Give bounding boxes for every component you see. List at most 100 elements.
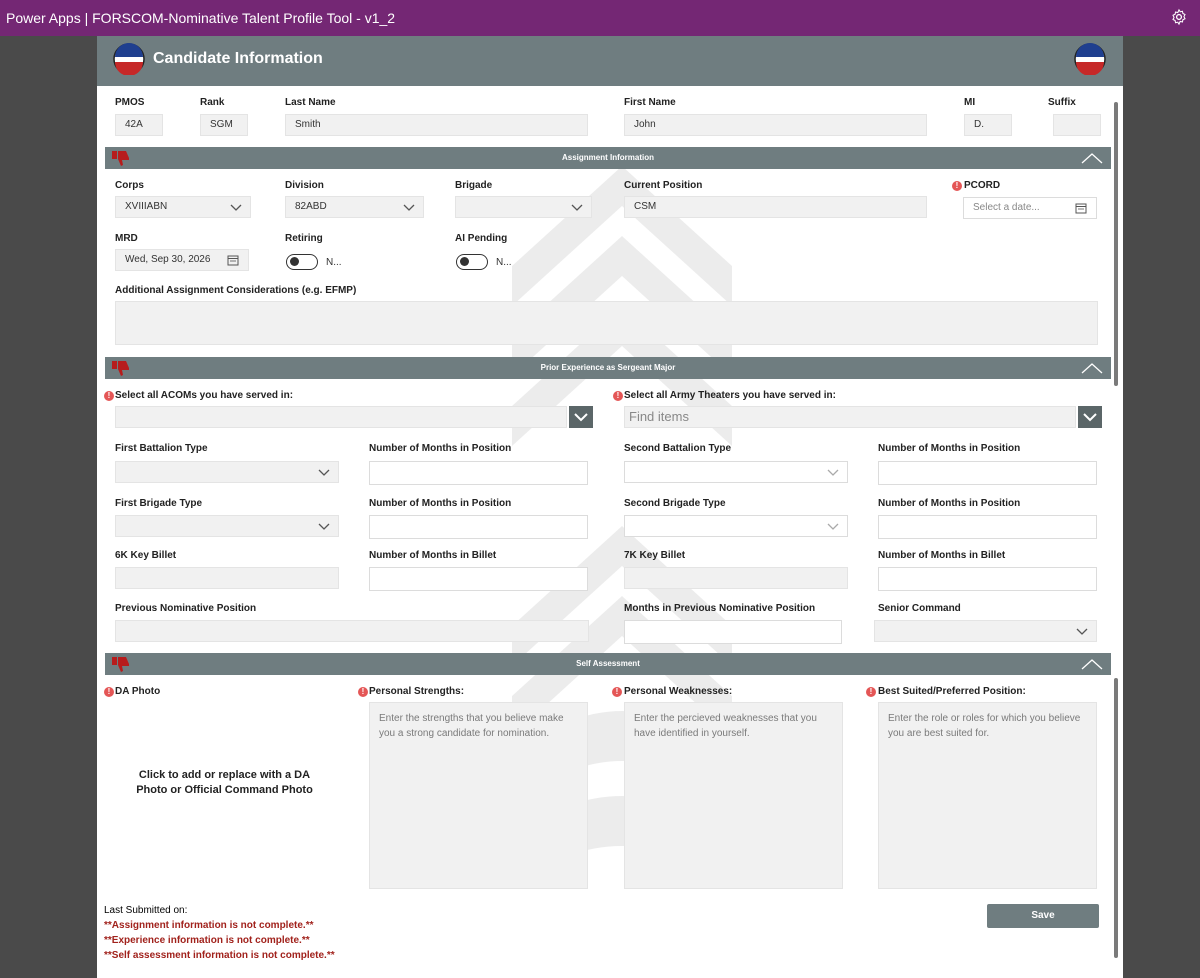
chevron-down-icon <box>571 204 583 211</box>
acoms-expand-button[interactable] <box>569 406 593 428</box>
experience-error-text: **Experience information is not complete… <box>104 935 310 946</box>
chevron-up-icon[interactable] <box>1081 361 1103 375</box>
page-title: Candidate Information <box>153 50 323 67</box>
first-battalion-dropdown[interactable] <box>115 461 339 483</box>
required-icon: ! <box>358 687 368 697</box>
theaters-search-input[interactable]: Find items <box>624 406 1076 428</box>
mi-label: MI <box>964 97 976 108</box>
pmos-field[interactable]: 42A <box>115 114 163 136</box>
required-icon: ! <box>104 391 114 401</box>
key-billet-6k-field[interactable] <box>115 567 339 589</box>
theaters-label: Select all Army Theaters you have served… <box>624 390 836 401</box>
second-brigade-months-input[interactable] <box>878 515 1097 539</box>
corps-dropdown[interactable]: XVIIIABN <box>115 196 251 218</box>
months-position-label-2: Number of Months in Position <box>878 443 1021 454</box>
months-position-label-3: Number of Months in Position <box>369 498 512 509</box>
senior-command-dropdown[interactable] <box>874 620 1097 642</box>
lower-scrollbar[interactable] <box>1113 676 1119 976</box>
pcord-placeholder: Select a date... <box>973 202 1040 213</box>
toggle-knob <box>290 257 299 266</box>
mi-field[interactable]: D. <box>964 114 1012 136</box>
best-suited-textarea[interactable]: Enter the role or roles for which you be… <box>878 702 1097 889</box>
second-battalion-dropdown[interactable] <box>624 461 848 483</box>
prev-nominative-label: Previous Nominative Position <box>115 603 257 614</box>
considerations-label: Additional Assignment Considerations (e.… <box>115 285 357 296</box>
flag-roundel-icon <box>1074 43 1106 75</box>
last-name-field[interactable]: Smith <box>285 114 588 136</box>
da-photo-upload[interactable]: Click to add or replace with a DA Photo … <box>127 768 322 798</box>
first-brigade-dropdown[interactable] <box>115 515 339 537</box>
months-prev-nominative-input[interactable] <box>624 620 842 644</box>
key-billet-7k-label: 7K Key Billet <box>624 550 686 561</box>
retiring-toggle[interactable] <box>286 254 318 270</box>
months-prev-nominative-label: Months in Previous Nominative Position <box>624 603 816 614</box>
mrd-label: MRD <box>115 233 138 244</box>
rank-field[interactable]: SGM <box>200 114 248 136</box>
required-icon: ! <box>104 687 114 697</box>
suffix-field[interactable] <box>1053 114 1101 136</box>
toggle-knob <box>460 257 469 266</box>
required-icon: ! <box>866 687 876 697</box>
first-battalion-months-input[interactable] <box>369 461 588 485</box>
acoms-combobox[interactable] <box>115 406 567 428</box>
suffix-label: Suffix <box>1048 97 1076 108</box>
da-photo-label: DA Photo <box>115 686 161 697</box>
save-button[interactable]: Save <box>987 904 1099 928</box>
key-billet-6k-months-input[interactable] <box>369 567 588 591</box>
second-brigade-dropdown[interactable] <box>624 515 848 537</box>
experience-section-bar[interactable]: Prior Experience as Sergeant Major <box>105 357 1111 379</box>
chevron-down-icon <box>403 204 415 211</box>
assignment-section-title: Assignment Information <box>561 153 654 162</box>
retiring-state: N... <box>326 257 342 268</box>
months-billet-label: Number of Months in Billet <box>369 550 497 561</box>
experience-section-title: Prior Experience as Sergeant Major <box>540 363 676 372</box>
weaknesses-textarea[interactable]: Enter the percieved weaknesses that you … <box>624 702 843 889</box>
strengths-label: Personal Strengths: <box>369 686 465 697</box>
pcord-date-picker[interactable]: Select a date... <box>963 197 1097 219</box>
ai-pending-label: AI Pending <box>455 233 508 244</box>
app-title-bar: Power Apps | FORSCOM-Nominative Talent P… <box>0 0 1200 36</box>
required-icon: ! <box>613 391 623 401</box>
ai-pending-toggle[interactable] <box>456 254 488 270</box>
key-billet-6k-label: 6K Key Billet <box>115 550 177 561</box>
current-position-field[interactable]: CSM <box>624 196 927 218</box>
brigade-dropdown[interactable] <box>455 196 592 218</box>
chevron-down-icon <box>827 469 839 476</box>
second-battalion-label: Second Battalion Type <box>624 443 732 454</box>
chevron-down-icon <box>230 204 242 211</box>
first-brigade-label: First Brigade Type <box>115 498 203 509</box>
assignment-section-bar[interactable]: Assignment Information <box>105 147 1111 169</box>
upper-scrollbar[interactable] <box>1113 88 1119 460</box>
months-billet-label-2: Number of Months in Billet <box>878 550 1006 561</box>
senior-command-label: Senior Command <box>878 603 961 614</box>
considerations-field[interactable] <box>115 301 1098 345</box>
brigade-label: Brigade <box>455 180 493 191</box>
corps-label: Corps <box>115 180 144 191</box>
self-assessment-section-bar[interactable]: Self Assessment <box>105 653 1111 675</box>
chevron-up-icon[interactable] <box>1081 657 1103 671</box>
scrollbar-thumb[interactable] <box>1114 678 1118 958</box>
prev-nominative-field[interactable] <box>115 620 589 642</box>
division-value: 82ABD <box>295 201 327 212</box>
scrollbar-thumb[interactable] <box>1114 102 1118 386</box>
first-brigade-months-input[interactable] <box>369 515 588 539</box>
self-assessment-section-title: Self Assessment <box>576 659 640 668</box>
key-billet-7k-months-input[interactable] <box>878 567 1097 591</box>
first-name-field[interactable]: John <box>624 114 927 136</box>
division-dropdown[interactable]: 82ABD <box>285 196 424 218</box>
assignment-error-text: **Assignment information is not complete… <box>104 920 314 931</box>
required-icon: ! <box>612 687 622 697</box>
months-position-label: Number of Months in Position <box>369 443 512 454</box>
strengths-textarea[interactable]: Enter the strengths that you believe mak… <box>369 702 588 889</box>
last-name-label: Last Name <box>285 97 336 108</box>
candidate-header: Candidate Information <box>97 36 1123 86</box>
second-battalion-months-input[interactable] <box>878 461 1097 485</box>
required-icon: ! <box>952 181 962 191</box>
months-position-label-4: Number of Months in Position <box>878 498 1021 509</box>
gear-icon[interactable] <box>1170 8 1188 26</box>
chevron-up-icon[interactable] <box>1081 151 1103 165</box>
mrd-date-picker[interactable]: Wed, Sep 30, 2026 <box>115 249 249 271</box>
pmos-label: PMOS <box>115 97 145 108</box>
theaters-expand-button[interactable] <box>1078 406 1102 428</box>
key-billet-7k-field[interactable] <box>624 567 848 589</box>
